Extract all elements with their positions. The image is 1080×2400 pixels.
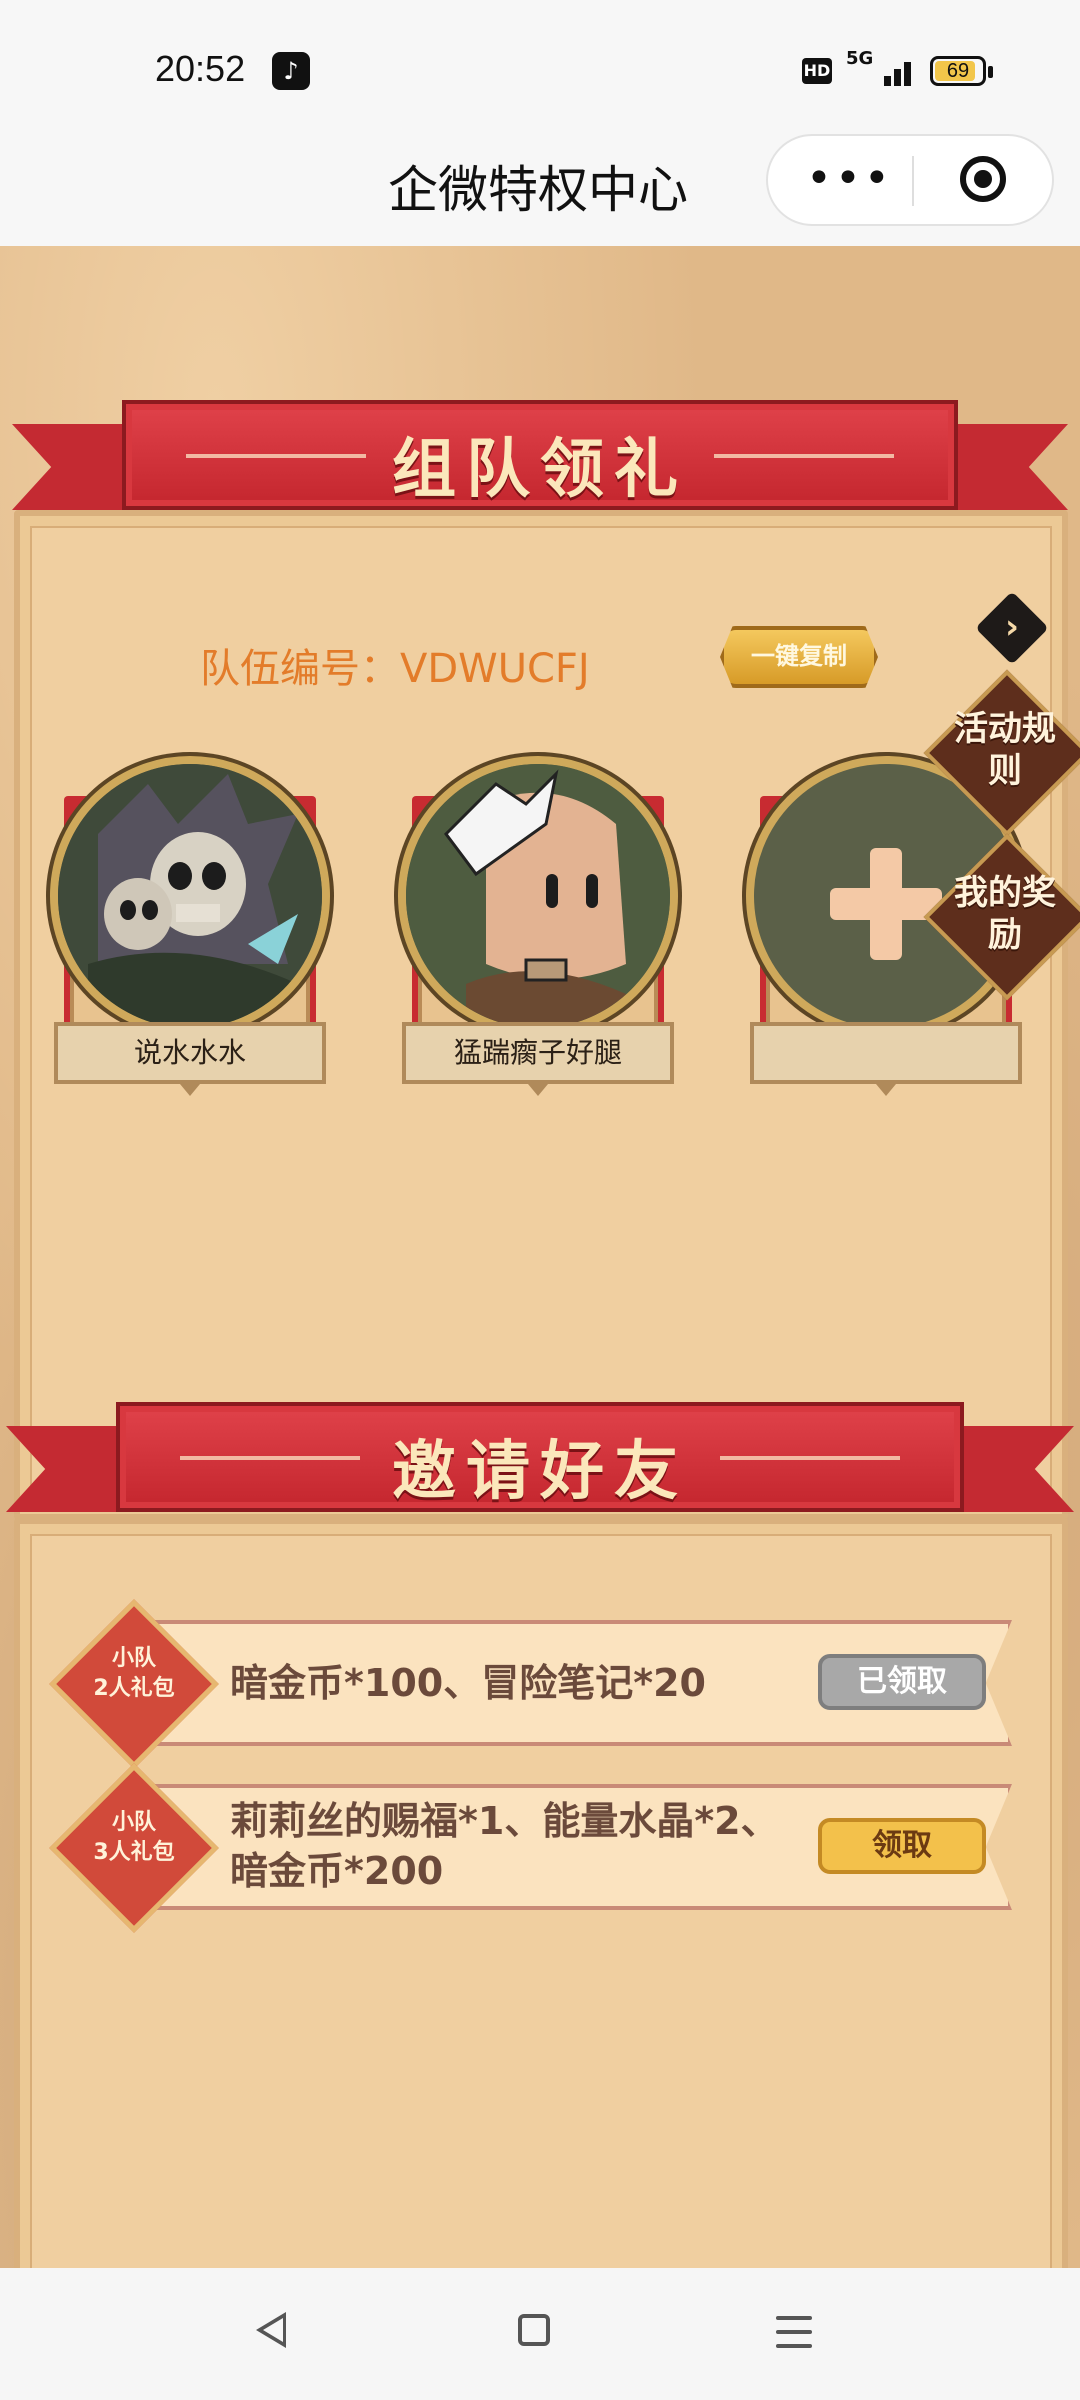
activity-rules-button[interactable]: 活动规则 xyxy=(940,708,1070,792)
team-number: 队伍编号：VDWUCFJ xyxy=(200,646,590,692)
invite-banner-title: 邀请好友 xyxy=(392,1435,688,1509)
reward-row: 小队 3人礼包 莉莉丝的赐福*1、能量水晶*2、 暗金币*200 领取 xyxy=(49,1763,1016,1933)
avatar xyxy=(398,756,678,1036)
invite-banner: 邀请好友 xyxy=(6,1402,1074,1512)
member-name: 猛踹瘸子好腿 xyxy=(402,1022,674,1084)
claim-button[interactable]: 领取 xyxy=(818,1818,986,1874)
mini-program-capsule: ••• xyxy=(766,134,1054,226)
tiktok-icon: ♪ xyxy=(272,52,310,90)
status-bar: 20:52 ♪ HD 5G 69 xyxy=(0,0,1080,120)
battery-icon: 69 xyxy=(930,56,986,86)
avatar xyxy=(50,756,330,1036)
team-member-1[interactable]: 说水水水 xyxy=(50,756,330,1096)
reward-description: 莉莉丝的赐福*1、能量水晶*2、 暗金币*200 xyxy=(230,1799,779,1893)
chevron-right-icon: › xyxy=(1004,607,1019,647)
reward-badge-label: 小队 2人礼包 xyxy=(93,1646,175,1701)
battery-level: 69 xyxy=(946,60,970,82)
team-banner: 组队领礼 xyxy=(12,400,1068,510)
copy-button[interactable]: 一键复制 xyxy=(720,626,878,688)
home-icon[interactable] xyxy=(518,2314,550,2346)
member-name xyxy=(750,1022,1022,1084)
claimed-button[interactable]: 已领取 xyxy=(818,1654,986,1710)
menu-icon[interactable] xyxy=(776,2316,812,2348)
my-rewards-button[interactable]: 我的奖励 xyxy=(940,872,1070,956)
hd-badge: HD xyxy=(802,58,832,84)
system-nav-bar xyxy=(0,2268,1080,2400)
status-time: 20:52 xyxy=(155,48,246,89)
page-content: 组队领礼 队伍编号：VDWUCFJ 一键复制 › 说水水水 猛踹瘸子好腿 活动规… xyxy=(0,246,1080,2268)
reward-badge-label: 小队 3人礼包 xyxy=(93,1810,175,1865)
reward-row: 小队 2人礼包 暗金币*100、冒险笔记*20 已领取 xyxy=(49,1599,1016,1769)
team-banner-title: 组队领礼 xyxy=(392,433,688,507)
signal-icon xyxy=(866,56,912,86)
reward-description: 暗金币*100、冒险笔记*20 xyxy=(230,1661,706,1705)
target-circle-icon[interactable] xyxy=(960,156,1006,202)
next-arrow-button[interactable]: › xyxy=(975,591,1049,665)
more-dots-icon[interactable]: ••• xyxy=(806,156,890,206)
team-member-2[interactable]: 猛踹瘸子好腿 xyxy=(398,756,678,1096)
app-header: 企微特权中心 ••• xyxy=(0,120,1080,246)
member-name: 说水水水 xyxy=(54,1022,326,1084)
